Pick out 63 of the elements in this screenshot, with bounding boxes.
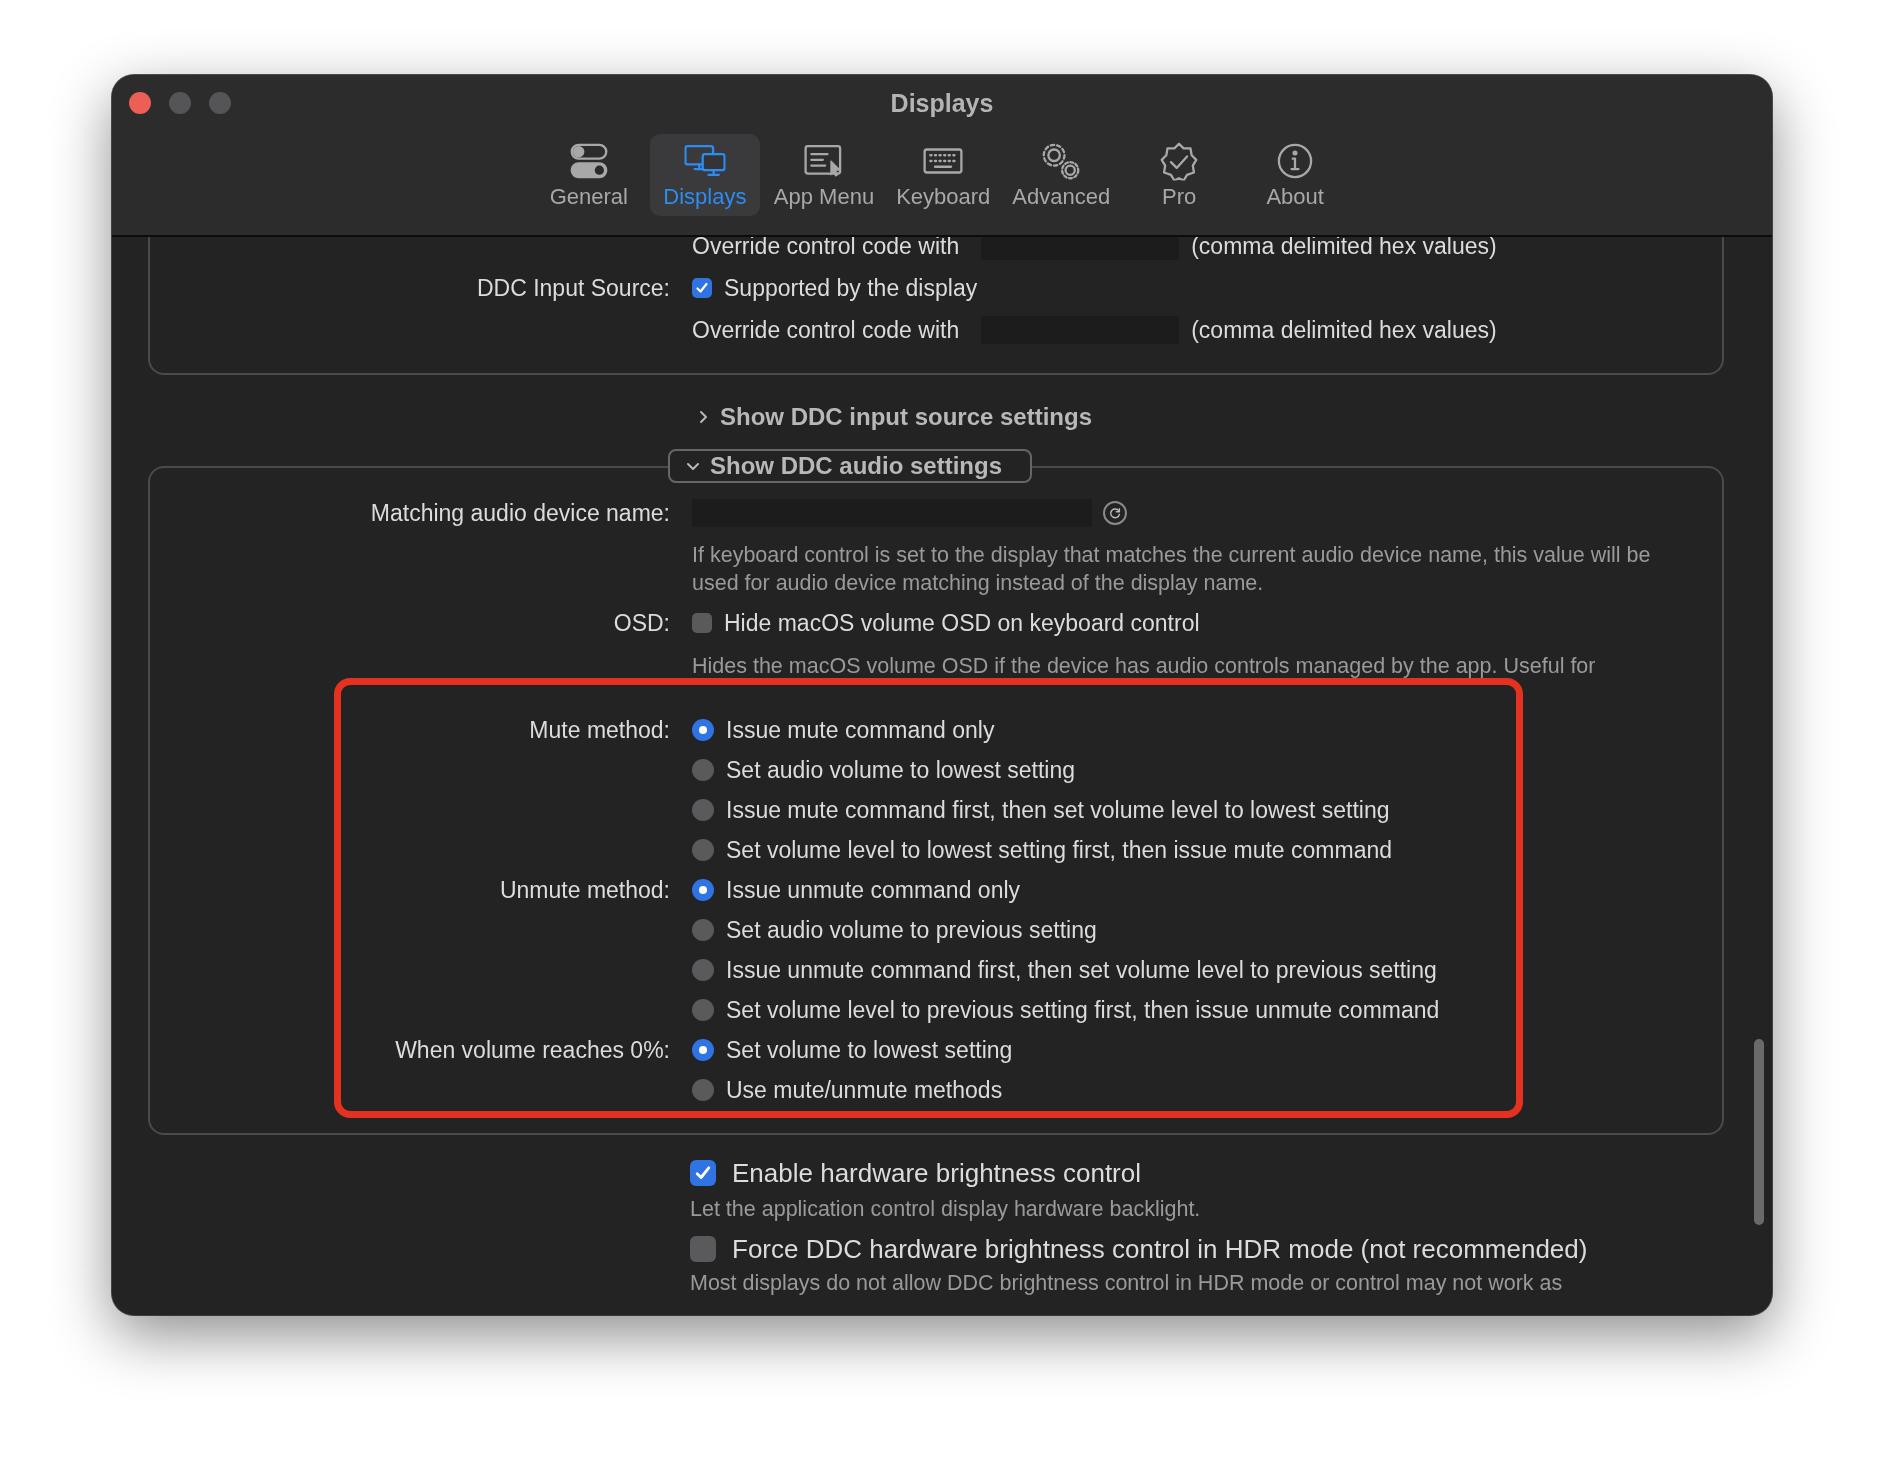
radio-button[interactable] [692,1079,714,1101]
window-title: Displays [890,89,994,118]
checkbox-label: Enable hardware brightness control [732,1157,1142,1189]
disclosure-button[interactable]: Show DDC input source settings [696,397,1093,437]
radio-button[interactable] [692,919,714,941]
help-text: Let the application control display hardware backlight. [690,1196,1202,1223]
radio-label: Set volume to lowest setting [726,1036,1013,1064]
radio-button[interactable] [692,839,714,861]
radio-label: Set volume level to lowest setting first, then issue mute command [726,836,1393,864]
radio-label: Issue mute command only [726,716,995,744]
refresh-icon [1108,506,1122,520]
radio-label: Set volume level to previous setting first, then issue unmute command [726,996,1440,1024]
disclosure-button[interactable]: Show DDC audio settings [668,449,1032,483]
toolbar-tab[interactable]: General [533,134,644,216]
checkbox-label: Hide macOS volume OSD on keyboard control [724,609,1200,637]
gears-icon [1040,141,1082,181]
radio-button[interactable] [692,959,714,981]
refresh-button[interactable] [1103,501,1127,525]
radio-label: Set audio volume to lowest setting [726,756,1076,784]
checkbox[interactable] [690,1160,716,1186]
checkbox-label: Supported by the display [724,274,978,302]
checkbox[interactable] [692,278,712,298]
checkmark-icon [694,1164,712,1182]
radio-button[interactable] [692,879,714,901]
radio-label: Issue mute command first, then set volume level to lowest setting [726,796,1390,824]
toolbar-tab[interactable]: About [1240,134,1351,216]
checkmark-icon [695,281,709,295]
close-button[interactable] [129,92,151,114]
radio-label: Issue unmute command only [726,876,1021,904]
radio-button[interactable] [692,759,714,781]
toolbar-tab[interactable]: Displays [649,134,760,216]
badge-check-icon [1158,141,1200,181]
checkbox[interactable] [692,613,712,633]
help-text: Most displays do not allow DDC brightness control in HDR mode or control may not work as [690,1271,1564,1295]
scrollbar[interactable] [1754,1039,1764,1225]
field-hint: (comma delimited hex values) [1191,316,1497,344]
radio-button[interactable] [692,799,714,821]
field-label: DDC Input Source: [476,274,670,301]
checkbox[interactable] [690,1236,716,1262]
field-label: When volume reaches 0%: [395,1036,670,1063]
radio-button[interactable] [692,999,714,1021]
toolbar-tab[interactable]: Keyboard [888,134,999,216]
radio-label: Use mute/unmute methods [726,1076,1003,1104]
radio-label: Issue unmute command first, then set volume level to previous setting [726,956,1437,984]
radio-button[interactable] [692,719,714,741]
field-label: Mute method: [529,716,670,743]
field-label: Unmute method: [499,876,670,903]
field-label: OSD: [613,609,670,636]
minimize-button[interactable] [169,92,191,114]
toggles-icon [568,141,610,181]
toolbar-tab[interactable]: App Menu [765,134,883,216]
radio-label: Set audio volume to previous setting [726,916,1097,944]
field-label: Override control code with [692,237,960,260]
help-text: If keyboard control is set to the display that matches the current audio device name, this value will be used for audio device matching instead of the display name. [692,542,1652,597]
help-text: Hides the macOS volume OSD if the device has audio controls managed by the app. Useful for [692,653,1597,680]
checkbox-label: Force DDC hardware brightness control in HDR mode (not recommended) [732,1233,1588,1265]
field-hint: (comma delimited hex values) [1191,237,1497,260]
radio-button[interactable] [692,1039,714,1061]
field-label: Matching audio device name: [370,499,670,526]
toolbar-tab[interactable]: Pro [1124,134,1235,216]
zoom-button[interactable] [209,92,231,114]
toolbar-tab[interactable]: Advanced [1004,134,1119,216]
field-label: Override control code with [692,316,960,344]
